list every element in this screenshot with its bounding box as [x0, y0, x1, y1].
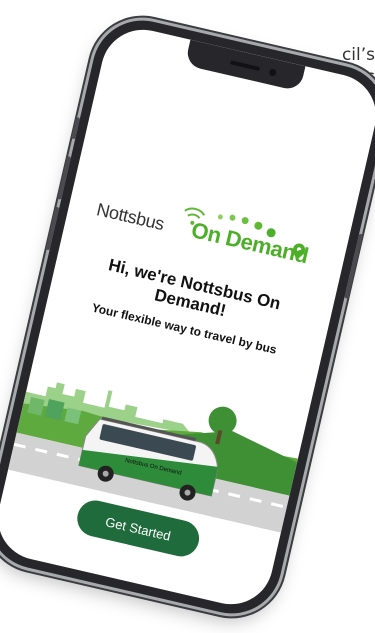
- landscape-illustration: Nottsbus On Demand: [8, 382, 298, 533]
- app-screen: Nottsbus On Demand Hi, we're Nottsbus On…: [0, 21, 375, 613]
- logo-dot-2: [229, 214, 236, 221]
- phone-notch: [184, 39, 306, 92]
- front-camera-icon: [268, 68, 277, 77]
- phone-mockup-wrapper: Nottsbus On Demand Hi, we're Nottsbus On…: [0, 0, 375, 633]
- logo-dot-3: [241, 217, 249, 225]
- phone-volume-down-button: [45, 206, 60, 251]
- phone-mute-switch: [71, 116, 81, 140]
- phone-volume-up-button: [57, 155, 72, 200]
- logo-dot-4: [254, 221, 263, 230]
- phone-mockup: Nottsbus On Demand Hi, we're Nottsbus On…: [0, 10, 375, 624]
- speaker-grille: [229, 60, 261, 71]
- logo-dot-1: [217, 214, 223, 220]
